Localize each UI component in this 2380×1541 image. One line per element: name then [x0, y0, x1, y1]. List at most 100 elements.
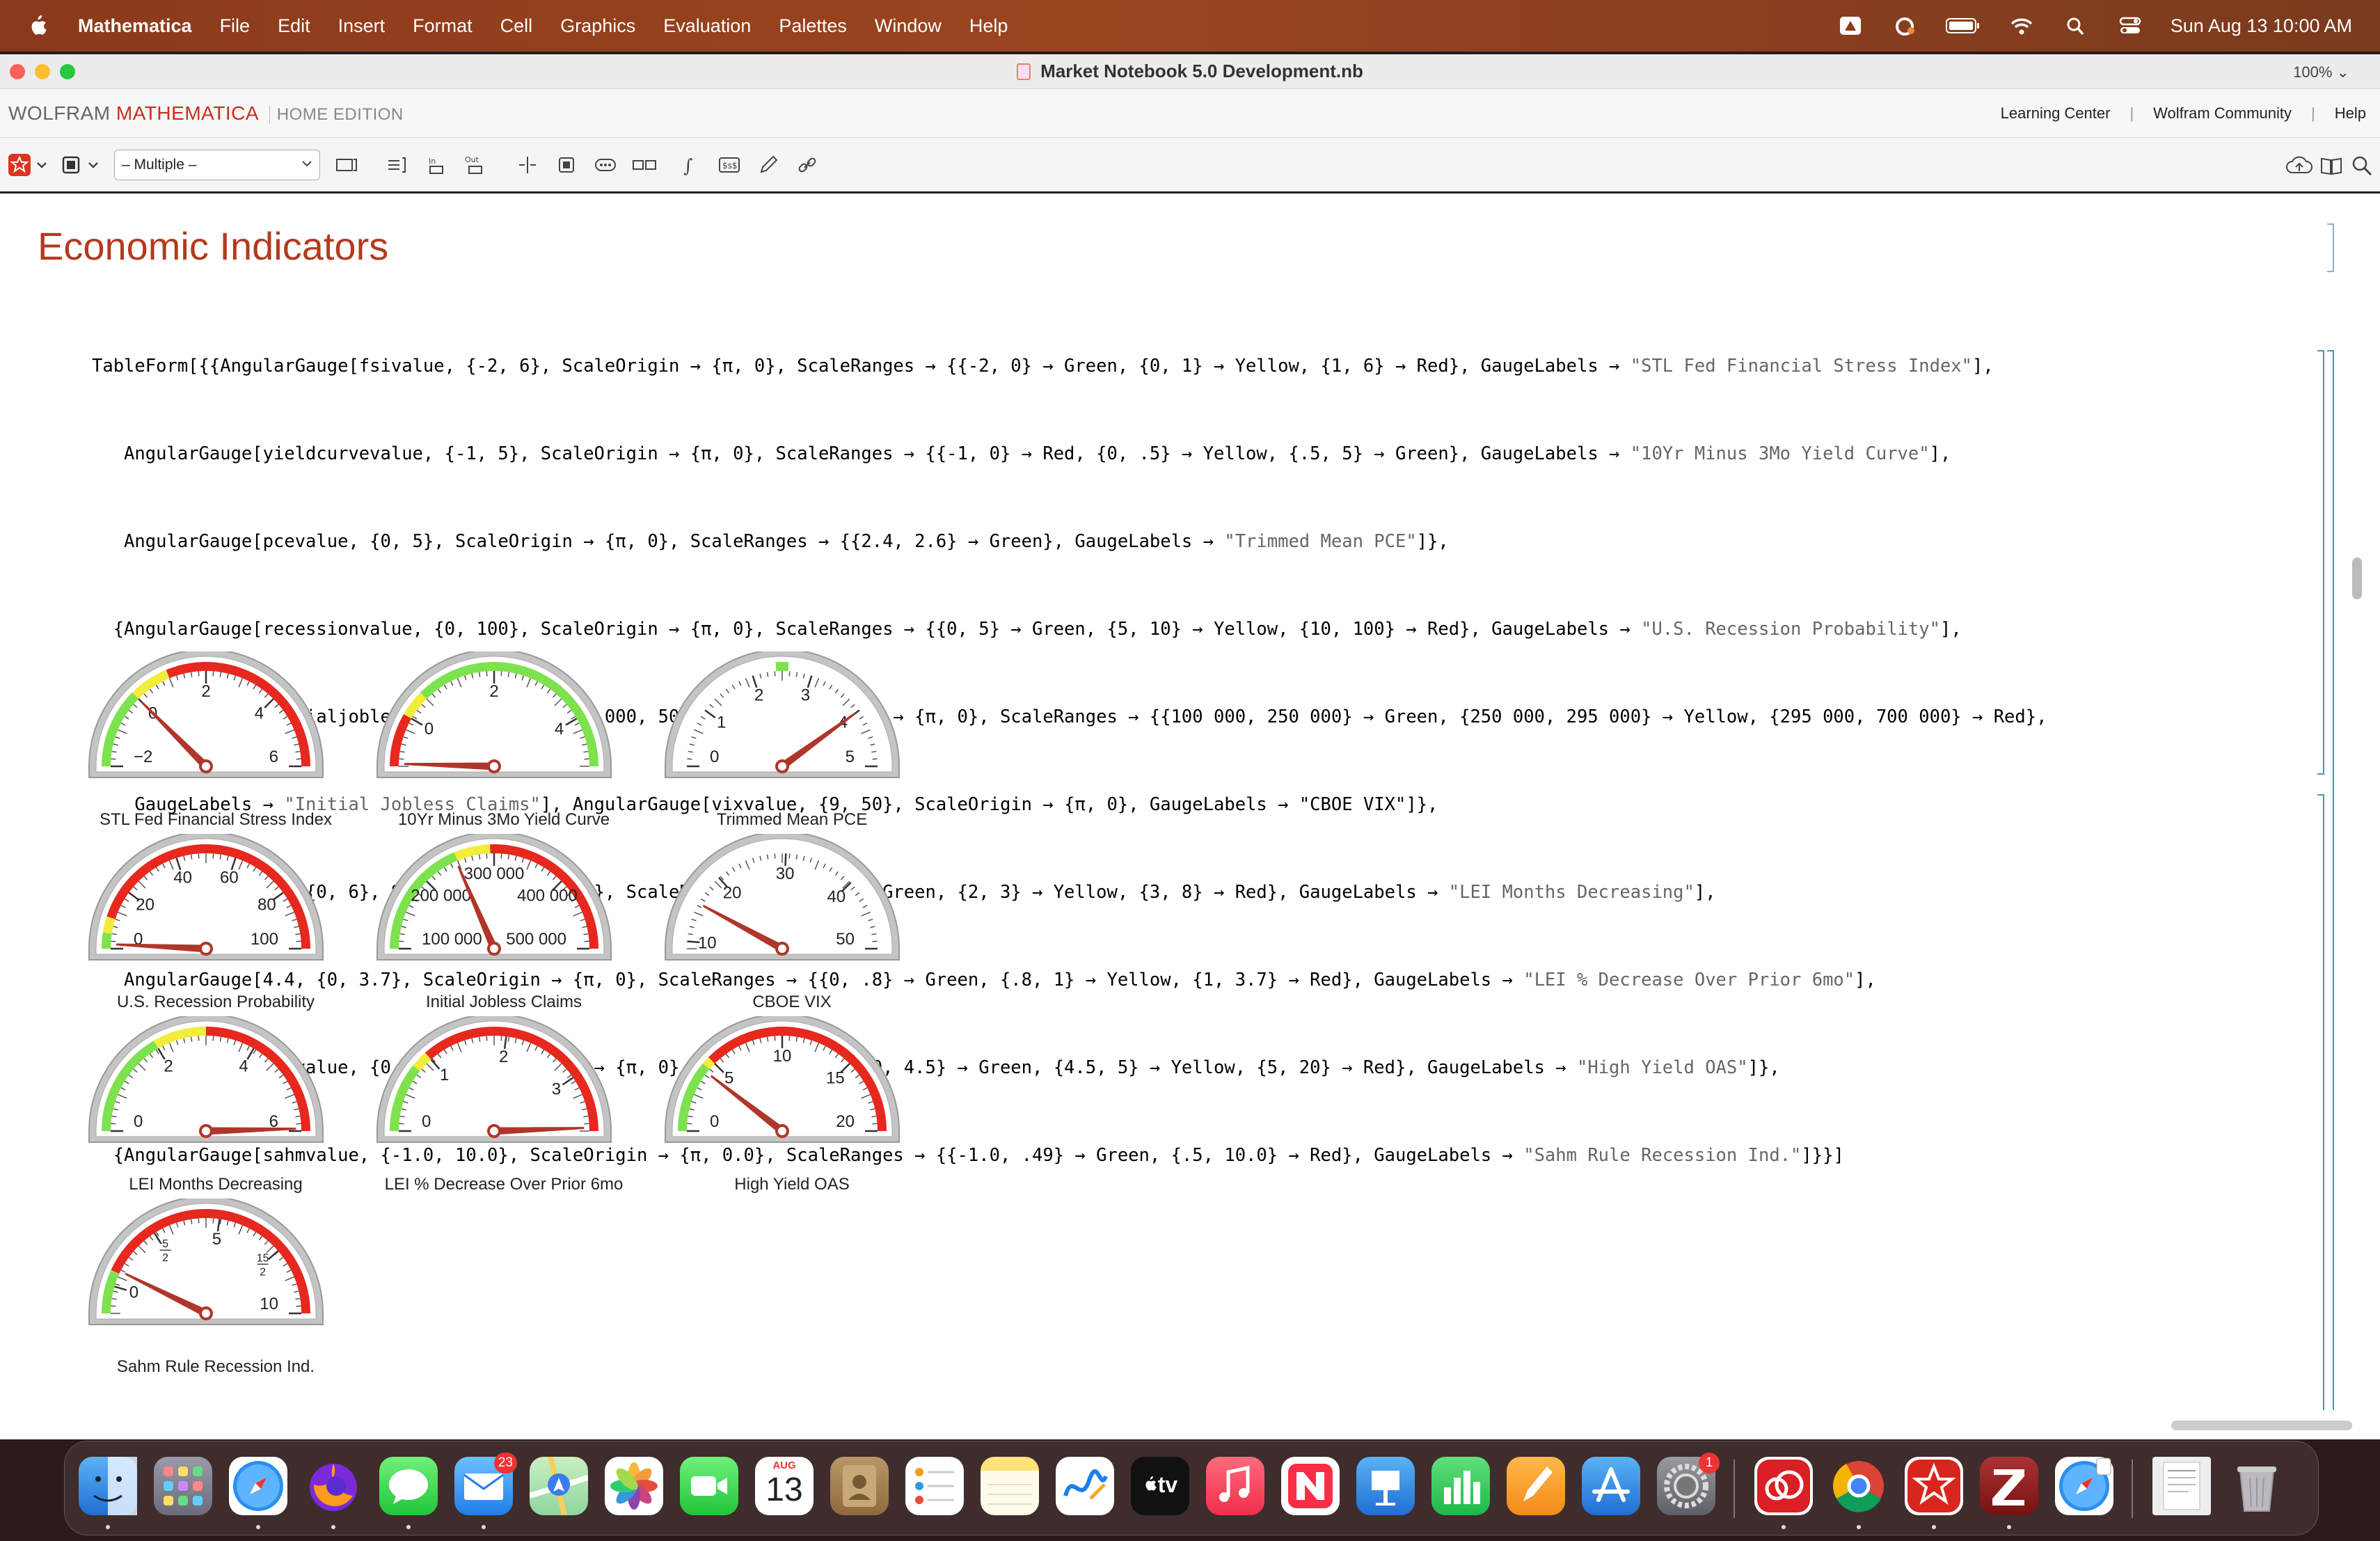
section-cell-bracket[interactable] [2327, 223, 2334, 272]
music-icon[interactable] [1206, 1457, 1264, 1515]
code-string: "High Yield OAS" [1576, 1057, 1748, 1078]
vertical-scrollbar[interactable] [2352, 558, 2362, 599]
chevron-down-icon[interactable] [35, 152, 49, 177]
app-store-icon[interactable] [1582, 1457, 1640, 1515]
numbers-icon[interactable] [1431, 1457, 1490, 1515]
menu-file[interactable]: File [220, 15, 251, 37]
minimize-window-button[interactable] [35, 64, 50, 79]
running-indicator [1782, 1525, 1786, 1529]
contacts-icon[interactable] [830, 1457, 889, 1515]
apple-icon[interactable] [28, 15, 47, 37]
link-icon[interactable] [795, 152, 820, 177]
input-cell-bracket[interactable] [2317, 350, 2324, 775]
gauge-minor-tick [500, 1036, 502, 1041]
documentation-icon[interactable] [2319, 153, 2344, 178]
chrome-icon[interactable] [1830, 1457, 1888, 1515]
section-title[interactable]: Economic Indicators [38, 223, 388, 269]
horizontal-scrollbar[interactable] [2171, 1421, 2352, 1430]
brand-links: Learning Center | Wolfram Community | He… [2001, 89, 2366, 138]
menu-cell[interactable]: Cell [500, 15, 533, 37]
ellipsis-icon[interactable] [593, 152, 618, 177]
drive-icon[interactable] [1836, 15, 1864, 36]
notebook-content[interactable]: Economic Indicators TableForm[{{AngularG… [0, 196, 2366, 1410]
gauge-tick-label: 2 [499, 1048, 508, 1066]
code-text: ], [1939, 619, 1962, 640]
menu-bar-clock[interactable]: Sun Aug 13 10:00 AM [2171, 15, 2352, 37]
photos-icon[interactable] [605, 1457, 663, 1515]
apple-tv-icon[interactable]: tv [1131, 1457, 1189, 1515]
menu-insert[interactable]: Insert [338, 15, 386, 37]
code-string: "LEI % Decrease Over Prior 6mo" [1523, 970, 1855, 990]
link-wolfram-community[interactable]: Wolfram Community [2153, 104, 2292, 123]
output-cell-bracket[interactable] [2317, 794, 2324, 1410]
cloud-upload-icon[interactable] [2285, 153, 2312, 178]
text-format-icon[interactable]: $s$ [717, 152, 742, 177]
safari-preview-icon[interactable] [2055, 1457, 2113, 1515]
zoom-window-button[interactable] [60, 64, 75, 79]
spotlight-icon[interactable] [2062, 15, 2090, 36]
finder-icon[interactable] [79, 1457, 137, 1515]
menu-help[interactable]: Help [969, 15, 1008, 37]
menu-format[interactable]: Format [413, 15, 473, 37]
reminders-icon[interactable] [905, 1457, 964, 1515]
pages-icon[interactable] [1507, 1457, 1565, 1515]
link-learning-center[interactable]: Learning Center [2001, 104, 2111, 123]
tv-text: tv [1157, 1472, 1178, 1497]
output-cell-icon[interactable]: Out [462, 152, 487, 177]
cell-bracket-icon[interactable] [334, 152, 359, 177]
menu-window[interactable]: Window [875, 15, 942, 37]
keynote-icon[interactable] [1356, 1457, 1415, 1515]
battery-icon[interactable] [1945, 15, 1981, 36]
running-indicator [331, 1525, 335, 1529]
messages-icon[interactable] [379, 1457, 438, 1515]
menu-app[interactable]: Mathematica [78, 15, 192, 37]
group-cells-icon[interactable] [384, 152, 409, 177]
code-text: ], [1855, 970, 1876, 990]
template-box-icon[interactable] [632, 152, 657, 177]
trash-icon[interactable] [2228, 1457, 2286, 1515]
wolfram-spikey-icon[interactable] [7, 152, 32, 177]
gauge-tick-label: 100 000 [422, 930, 482, 949]
control-center-icon[interactable] [2116, 15, 2144, 36]
pencil-icon[interactable] [756, 152, 781, 177]
notes-icon[interactable] [981, 1457, 1039, 1515]
gauge-table-output[interactable]: −2 0 2 4 6 STL Fed Financial Stress Index 0 2… [84, 651, 960, 1389]
gauge-minor-tick [399, 940, 404, 942]
news-icon[interactable] [1281, 1457, 1340, 1515]
cell-style-select[interactable]: – Multiple – [114, 149, 320, 180]
creative-cloud-app-icon[interactable] [1754, 1457, 1813, 1515]
zoom-level-menu[interactable]: 100% ⌄ [2293, 63, 2349, 81]
merge-cells-icon[interactable] [554, 152, 579, 177]
zotero-icon[interactable] [1980, 1457, 2038, 1515]
menu-palettes[interactable]: Palettes [779, 15, 847, 37]
dock-separator [2132, 1460, 2133, 1518]
maps-icon[interactable] [528, 1456, 589, 1516]
group-cell-bracket[interactable] [2327, 350, 2334, 1410]
safari-icon[interactable] [229, 1457, 287, 1515]
menu-graphics[interactable]: Graphics [560, 15, 635, 37]
menu-edit[interactable]: Edit [278, 15, 310, 37]
mathematica-icon[interactable] [1905, 1457, 1963, 1515]
integral-icon[interactable]: ∫ [678, 152, 703, 177]
creative-cloud-icon[interactable] [1891, 15, 1919, 36]
wifi-icon[interactable] [2008, 15, 2036, 36]
abort-evaluation-icon[interactable] [58, 152, 84, 177]
link-help[interactable]: Help [2335, 104, 2366, 123]
split-cell-icon[interactable] [515, 152, 540, 177]
input-cell-icon[interactable]: In [423, 152, 448, 177]
facetime-icon[interactable] [680, 1457, 738, 1515]
chevron-down-icon[interactable] [86, 152, 100, 177]
launchpad-icon[interactable] [154, 1457, 212, 1515]
gauge-label: LEI Months Decreasing [129, 1175, 303, 1194]
document-stack-icon[interactable] [2152, 1457, 2211, 1515]
freeform-icon[interactable] [1056, 1457, 1114, 1515]
gauge-tick-label: 10 [698, 934, 717, 953]
firefox-icon[interactable] [304, 1457, 363, 1515]
close-window-button[interactable] [10, 64, 25, 79]
calendar-icon[interactable]: AUG 13 [755, 1457, 814, 1515]
mail-icon[interactable]: 23 [454, 1453, 517, 1515]
gauge-label: High Yield OAS [734, 1175, 850, 1194]
search-icon[interactable] [2349, 153, 2374, 178]
menu-evaluation[interactable]: Evaluation [663, 15, 751, 37]
system-settings-icon[interactable]: 1 [1657, 1453, 1720, 1515]
